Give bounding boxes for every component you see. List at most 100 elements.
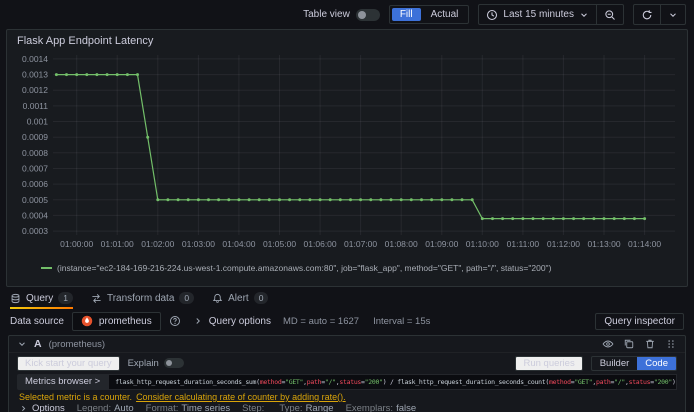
latency-chart[interactable]: 0.0014 0.0013 0.0012 0.0011 0.001 0.0009 0.000… xyxy=(17,49,679,261)
tab-alert-label: Alert xyxy=(228,292,249,304)
svg-text:01:11:00: 01:11:00 xyxy=(507,239,540,249)
max-datapoints-summary: MD = auto = 1627 xyxy=(283,315,360,327)
remove-query-button[interactable] xyxy=(644,338,656,350)
duplicate-query-button[interactable] xyxy=(623,338,635,350)
warning-hint-link[interactable]: Consider calculating rate of counter by … xyxy=(136,392,346,402)
datasource-help-button[interactable] xyxy=(169,315,181,327)
explain-label: Explain xyxy=(127,357,159,369)
time-controls: Last 15 minutes xyxy=(478,4,624,25)
options-label: Options xyxy=(32,403,65,412)
time-series-panel: Flask App Endpoint Latency 0.0014 0.0013 0… xyxy=(6,29,688,287)
chevron-right-icon xyxy=(19,404,28,412)
tab-query[interactable]: Query 1 xyxy=(10,290,73,309)
svg-text:0.0006: 0.0006 xyxy=(22,179,48,189)
chevron-right-icon xyxy=(193,316,203,326)
options-expander[interactable]: Options xyxy=(19,403,65,412)
time-range-label: Last 15 minutes xyxy=(503,9,574,20)
svg-text:01:03:00: 01:03:00 xyxy=(182,239,215,249)
option-step: Step: xyxy=(242,403,265,412)
chevron-down-icon xyxy=(668,10,678,20)
tab-transform[interactable]: Transform data 0 xyxy=(91,290,195,309)
alert-count-badge: 0 xyxy=(253,292,269,304)
fill-option[interactable]: Fill xyxy=(391,8,421,21)
svg-text:01:12:00: 01:12:00 xyxy=(547,239,580,249)
database-icon xyxy=(10,293,21,304)
datasource-label: Data source xyxy=(10,315,64,327)
panel-title: Flask App Endpoint Latency xyxy=(17,35,154,47)
question-circle-icon xyxy=(169,315,181,327)
zoom-out-icon xyxy=(604,9,616,21)
hide-query-button[interactable] xyxy=(602,338,614,350)
explain-control: Explain xyxy=(128,358,184,369)
option-type: Type: Range xyxy=(279,403,334,412)
query-toolbar: Kick start your query Explain Run querie… xyxy=(9,353,685,373)
interval-summary: Interval = 15s xyxy=(373,315,431,327)
svg-text:0.0011: 0.0011 xyxy=(23,101,49,111)
table-view-toggle[interactable] xyxy=(355,8,380,21)
counter-warning: Selected metric is a counter. Consider c… xyxy=(9,391,685,403)
editor-tabs: Query 1 Transform data 0 Alert 0 xyxy=(0,290,694,309)
svg-text:01:08:00: 01:08:00 xyxy=(385,239,418,249)
svg-text:01:06:00: 01:06:00 xyxy=(304,239,337,249)
tab-alert[interactable]: Alert 0 xyxy=(212,290,269,309)
svg-text:0.0008: 0.0008 xyxy=(22,148,48,158)
transform-count-badge: 0 xyxy=(179,292,195,304)
time-range-picker[interactable]: Last 15 minutes xyxy=(479,5,596,24)
explain-toggle[interactable] xyxy=(163,358,184,368)
query-count-badge: 1 xyxy=(58,292,73,304)
option-exemplars: Exemplars: false xyxy=(345,403,417,412)
svg-text:0.0013: 0.0013 xyxy=(22,70,48,80)
bell-icon xyxy=(212,293,223,304)
datasource-picker[interactable]: prometheus xyxy=(71,311,161,331)
option-legend: Legend: Auto xyxy=(76,403,134,412)
svg-text:0.0005: 0.0005 xyxy=(22,195,48,205)
query-row-header[interactable]: A (prometheus) xyxy=(9,336,685,353)
svg-text:01:05:00: 01:05:00 xyxy=(263,239,296,249)
query-options-label: Query options xyxy=(208,315,271,327)
svg-text:01:00:00: 01:00:00 xyxy=(60,239,93,249)
svg-text:01:01:00: 01:01:00 xyxy=(101,239,134,249)
zoom-out-button[interactable] xyxy=(596,5,623,24)
promql-expression-input[interactable]: flask_http_request_duration_seconds_sum(… xyxy=(108,374,677,390)
svg-text:0.0003: 0.0003 xyxy=(22,226,48,236)
query-expression-row: Metrics browser > flask_http_request_dur… xyxy=(9,373,685,391)
svg-text:0.001: 0.001 xyxy=(27,117,49,127)
query-row-actions xyxy=(602,338,677,350)
option-format: Format: Time series xyxy=(145,403,231,412)
datasource-row: Data source prometheus Query options MD … xyxy=(0,309,694,333)
code-option[interactable]: Code xyxy=(637,356,676,370)
tab-query-label: Query xyxy=(26,292,54,304)
refresh-icon xyxy=(641,9,653,21)
query-options-footer: Options Legend: Auto Format: Time series S… xyxy=(9,403,685,412)
metrics-browser-button[interactable]: Metrics browser > xyxy=(17,374,109,390)
svg-text:0.0012: 0.0012 xyxy=(22,85,48,95)
svg-text:01:10:00: 01:10:00 xyxy=(466,239,499,249)
run-queries-button[interactable]: Run queries xyxy=(515,355,583,371)
table-view-label: Table view xyxy=(303,9,350,20)
refresh-button[interactable] xyxy=(634,5,660,24)
series-label: (instance="ec2-184-169-216-224.us-west-1… xyxy=(57,263,552,273)
actual-option[interactable]: Actual xyxy=(423,8,467,21)
chevron-down-icon xyxy=(17,339,27,349)
query-inspector-button[interactable]: Query inspector xyxy=(595,312,684,330)
chevron-down-icon xyxy=(579,10,589,20)
builder-option[interactable]: Builder xyxy=(592,357,638,370)
builder-code-switch: Builder Code xyxy=(590,355,677,371)
chart-legend[interactable]: (instance="ec2-184-169-216-224.us-west-1… xyxy=(17,263,677,273)
query-editor-card: A (prometheus) Kick start your query Exp… xyxy=(8,335,686,412)
svg-text:0.0014: 0.0014 xyxy=(22,54,48,64)
series-color-marker xyxy=(41,267,52,269)
svg-text:01:14:00: 01:14:00 xyxy=(628,239,661,249)
refresh-interval-dropdown[interactable] xyxy=(660,5,685,24)
svg-text:0.0004: 0.0004 xyxy=(22,210,48,220)
query-options-expander[interactable]: Query options xyxy=(193,316,271,327)
warning-text: Selected metric is a counter. xyxy=(19,392,133,402)
query-ref-id: A xyxy=(34,338,42,350)
svg-text:01:13:00: 01:13:00 xyxy=(587,239,620,249)
svg-text:01:07:00: 01:07:00 xyxy=(344,239,377,249)
drag-handle-icon[interactable] xyxy=(665,338,677,350)
transform-icon xyxy=(91,293,102,304)
query-datasource-hint: (prometheus) xyxy=(48,338,106,350)
svg-text:0.0007: 0.0007 xyxy=(22,164,48,174)
kick-start-query-button[interactable]: Kick start your query xyxy=(17,355,120,371)
